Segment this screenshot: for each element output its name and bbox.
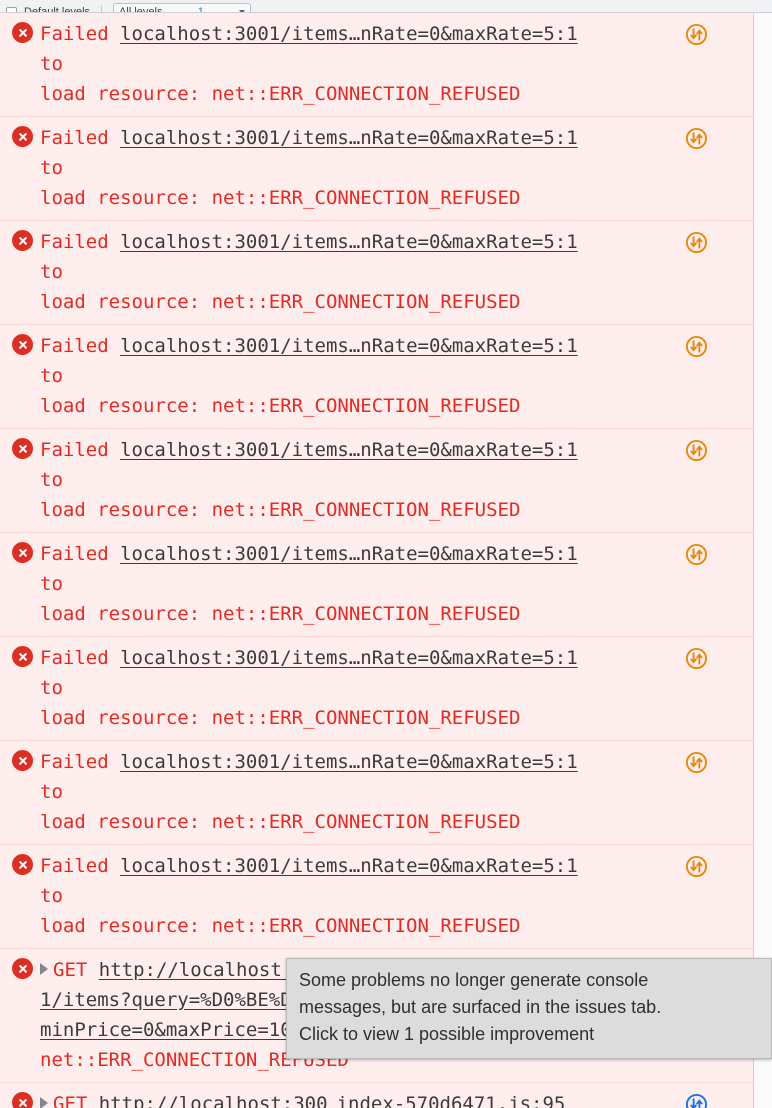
- error-text-line-3: load resource: net::ERR_CONNECTION_REFUS…: [40, 603, 521, 625]
- issues-tooltip: Some problems no longer generate console…: [286, 958, 772, 1059]
- error-lead: Failed: [40, 231, 109, 253]
- error-circle-icon: [12, 334, 33, 355]
- error-circle-icon: [12, 854, 33, 875]
- error-lead: Failed: [40, 647, 109, 669]
- error-text-line-2: to: [40, 885, 63, 907]
- error-circle-icon: [12, 22, 33, 43]
- console-error-text: Failed localhost:3001/items…nRate=0&maxR…: [40, 227, 753, 317]
- network-request-icon[interactable]: [685, 751, 708, 774]
- console-message-list[interactable]: Failed localhost:3001/items…nRate=0&maxR…: [0, 13, 772, 1108]
- tooltip-line-1: Some problems no longer generate console: [299, 970, 649, 990]
- expand-triangle-icon[interactable]: [40, 1097, 48, 1108]
- error-circle-icon: [12, 542, 33, 563]
- error-text-line-3: load resource: net::ERR_CONNECTION_REFUS…: [40, 291, 521, 313]
- error-lead: Failed: [40, 855, 109, 877]
- error-circle-icon: [12, 646, 33, 667]
- error-text-line-2: to: [40, 157, 63, 179]
- console-network-error-text: GET http://localhost:300 index-570d6471.j…: [40, 1089, 753, 1108]
- console-error-text: Failed localhost:3001/items…nRate=0&maxR…: [40, 123, 753, 213]
- error-circle-icon: [12, 750, 33, 771]
- tooltip-line-3: Click to view 1 possible improvement: [299, 1024, 595, 1044]
- console-error-text: Failed localhost:3001/items…nRate=0&maxR…: [40, 331, 753, 421]
- error-circle-icon: [12, 230, 33, 251]
- console-error-text: Failed localhost:3001/items…nRate=0&maxR…: [40, 747, 753, 837]
- console-right-gutter: [753, 13, 772, 1108]
- console-error-text: Failed localhost:3001/items…nRate=0&maxR…: [40, 851, 753, 941]
- resource-url-link[interactable]: localhost:3001/items…nRate=0&maxRate=5:1: [120, 647, 578, 669]
- error-lead: Failed: [40, 23, 109, 45]
- log-levels-badge: 1: [197, 6, 204, 13]
- console-error-row[interactable]: Failed localhost:3001/items…nRate=0&maxR…: [0, 741, 753, 845]
- console-error-row[interactable]: Failed localhost:3001/items…nRate=0&maxR…: [0, 13, 753, 117]
- console-error-text: Failed localhost:3001/items…nRate=0&maxR…: [40, 435, 753, 525]
- console-error-row[interactable]: Failed localhost:3001/items…nRate=0&maxR…: [0, 533, 753, 637]
- toolbar-divider: [101, 4, 103, 12]
- http-method-label: GET: [53, 959, 88, 981]
- console-filter-toolbar: Default levels All levels 1: [0, 0, 772, 13]
- resource-url-link[interactable]: localhost:3001/items…nRate=0&maxRate=5:1: [120, 127, 578, 149]
- network-request-icon[interactable]: [685, 23, 708, 46]
- error-text-line-2: to: [40, 261, 63, 283]
- resource-url-link[interactable]: localhost:3001/items…nRate=0&maxRate=5:1: [120, 855, 578, 877]
- resource-url-link[interactable]: localhost:3001/items…nRate=0&maxRate=5:1: [120, 439, 578, 461]
- tooltip-line-2: messages, but are surfaced in the issues…: [299, 997, 662, 1017]
- error-text-line-3: load resource: net::ERR_CONNECTION_REFUS…: [40, 915, 521, 937]
- console-error-text: Failed localhost:3001/items…nRate=0&maxR…: [40, 643, 753, 733]
- network-request-icon[interactable]: [685, 647, 708, 670]
- console-error-text: Failed localhost:3001/items…nRate=0&maxR…: [40, 19, 753, 109]
- resource-url-link[interactable]: localhost:3001/items…nRate=0&maxRate=5:1: [120, 543, 578, 565]
- error-circle-icon: [12, 126, 33, 147]
- http-method-label: GET: [53, 1093, 88, 1108]
- network-request-icon[interactable]: [685, 335, 708, 358]
- error-text-line-3: load resource: net::ERR_CONNECTION_REFUS…: [40, 187, 521, 209]
- error-text-line-2: to: [40, 53, 63, 75]
- network-request-icon[interactable]: [685, 855, 708, 878]
- resource-url-link[interactable]: localhost:3001/items…nRate=0&maxRate=5:1: [120, 23, 578, 45]
- request-url-link[interactable]: http://localhost:300: [99, 1093, 328, 1108]
- error-circle-icon: [12, 1092, 33, 1108]
- error-lead: Failed: [40, 439, 109, 461]
- console-error-text: Failed localhost:3001/items…nRate=0&maxR…: [40, 539, 753, 629]
- error-circle-icon: [12, 958, 33, 979]
- error-text-line-2: to: [40, 573, 63, 595]
- default-levels-label: Default levels: [24, 6, 91, 13]
- error-text-line-3: load resource: net::ERR_CONNECTION_REFUS…: [40, 707, 521, 729]
- console-error-row[interactable]: Failed localhost:3001/items…nRate=0&maxR…: [0, 117, 753, 221]
- console-error-row[interactable]: Failed localhost:3001/items…nRate=0&maxR…: [0, 637, 753, 741]
- error-lead: Failed: [40, 127, 109, 149]
- network-request-icon[interactable]: [685, 127, 708, 150]
- error-text-line-3: load resource: net::ERR_CONNECTION_REFUS…: [40, 499, 521, 521]
- expand-triangle-icon[interactable]: [40, 963, 48, 975]
- error-lead: Failed: [40, 751, 109, 773]
- error-lead: Failed: [40, 335, 109, 357]
- source-location-link[interactable]: index-570d6471.js:95: [337, 1089, 566, 1108]
- network-request-icon[interactable]: [685, 439, 708, 462]
- console-error-row[interactable]: Failed localhost:3001/items…nRate=0&maxR…: [0, 429, 753, 533]
- error-circle-icon: [12, 438, 33, 459]
- error-text-line-2: to: [40, 781, 63, 803]
- console-error-row[interactable]: Failed localhost:3001/items…nRate=0&maxR…: [0, 845, 753, 949]
- log-levels-value: All levels: [119, 6, 163, 13]
- log-levels-select[interactable]: All levels 1: [113, 2, 252, 13]
- network-request-icon[interactable]: [685, 231, 708, 254]
- network-request-icon[interactable]: [685, 543, 708, 566]
- error-text-line-3: load resource: net::ERR_CONNECTION_REFUS…: [40, 811, 521, 833]
- error-text-line-2: to: [40, 365, 63, 387]
- network-request-icon[interactable]: [685, 1093, 708, 1108]
- resource-url-link[interactable]: localhost:3001/items…nRate=0&maxRate=5:1: [120, 231, 578, 253]
- resource-url-link[interactable]: localhost:3001/items…nRate=0&maxRate=5:1: [120, 335, 578, 357]
- error-lead: Failed: [40, 543, 109, 565]
- console-network-error-row[interactable]: GET http://localhost:300 index-570d6471.j…: [0, 1083, 753, 1108]
- error-text-line-2: to: [40, 677, 63, 699]
- error-text-line-2: to: [40, 469, 63, 491]
- error-text-line-3: load resource: net::ERR_CONNECTION_REFUS…: [40, 395, 521, 417]
- console-error-row[interactable]: Failed localhost:3001/items…nRate=0&maxR…: [0, 325, 753, 429]
- resource-url-link[interactable]: localhost:3001/items…nRate=0&maxRate=5:1: [120, 751, 578, 773]
- error-text-line-3: load resource: net::ERR_CONNECTION_REFUS…: [40, 83, 521, 105]
- console-error-row[interactable]: Failed localhost:3001/items…nRate=0&maxR…: [0, 221, 753, 325]
- devtools-console-panel: Default levels All levels 1 Failed local…: [0, 0, 772, 1108]
